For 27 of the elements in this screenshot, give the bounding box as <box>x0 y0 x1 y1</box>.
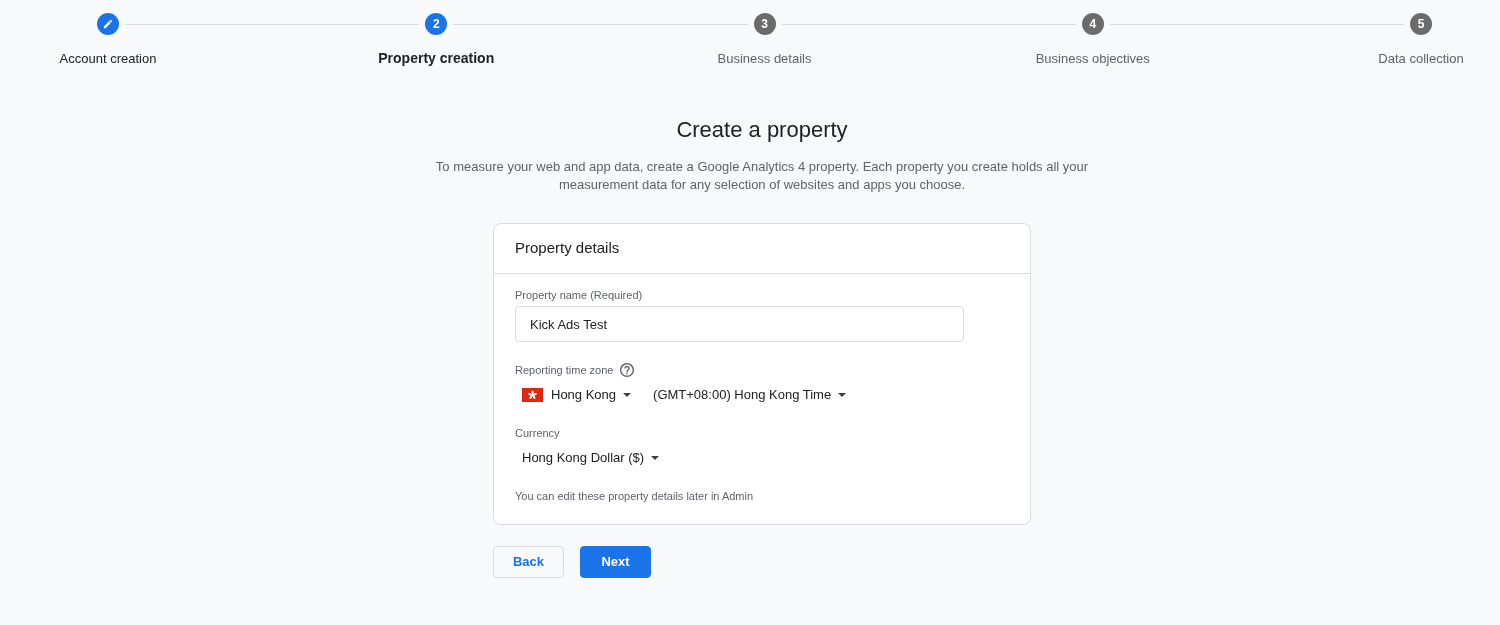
card-title: Property details <box>515 238 620 259</box>
timezone-dropdown[interactable]: (GMT+08:00) Hong Kong Time <box>646 383 854 407</box>
hint-text: You can edit these property details later in Admin <box>515 489 755 503</box>
flag-icon <box>522 388 543 402</box>
step-label: Account creation <box>59 50 157 68</box>
step-number: 5 <box>1410 13 1432 35</box>
field-label: Currency <box>515 426 560 440</box>
country-dropdown[interactable]: Hong Kong <box>515 383 639 407</box>
field-label: Property name (Required) <box>515 288 643 302</box>
currency-dropdown[interactable]: Hong Kong Dollar ($) <box>515 446 667 470</box>
step-number: 4 <box>1081 13 1104 35</box>
next-button[interactable]: Next <box>580 546 651 578</box>
step-label: Data collection <box>1378 50 1464 68</box>
page-title: Create a property <box>676 116 848 144</box>
step-number: 3 <box>753 13 776 35</box>
help-icon[interactable] <box>620 363 635 377</box>
caret-icon <box>651 456 660 460</box>
step-label: Property creation <box>378 49 495 67</box>
caret-icon <box>838 393 847 397</box>
step-label: Business details <box>717 50 812 68</box>
property-name-input[interactable]: Kick Ads Test <box>515 306 964 342</box>
step-label: Business objectives <box>1035 50 1150 68</box>
field-label: Reporting time zone <box>515 363 614 377</box>
back-button[interactable]: Back <box>493 546 564 578</box>
page-description: To measure your web and app data, create a Google Analytics 4 property. Each property you create holds all your measurement data for any selection of websites and apps you choose. <box>434 158 1090 194</box>
caret-icon <box>623 393 632 397</box>
step-number: 2 <box>425 13 448 35</box>
